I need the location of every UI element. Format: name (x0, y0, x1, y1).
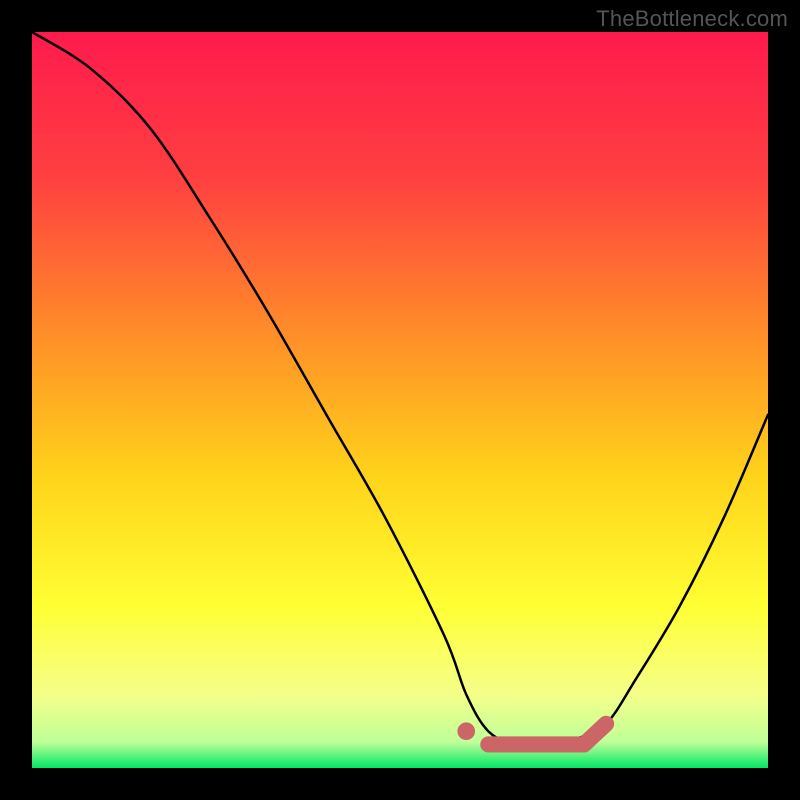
plot-area (32, 32, 768, 768)
bottleneck-curve (32, 32, 768, 747)
optimal-range (488, 724, 606, 745)
optimal-dot (457, 722, 475, 740)
chart-container: TheBottleneck.com (0, 0, 800, 800)
curve-layer (32, 32, 768, 768)
watermark-text: TheBottleneck.com (596, 6, 788, 32)
marker-group (457, 722, 606, 744)
